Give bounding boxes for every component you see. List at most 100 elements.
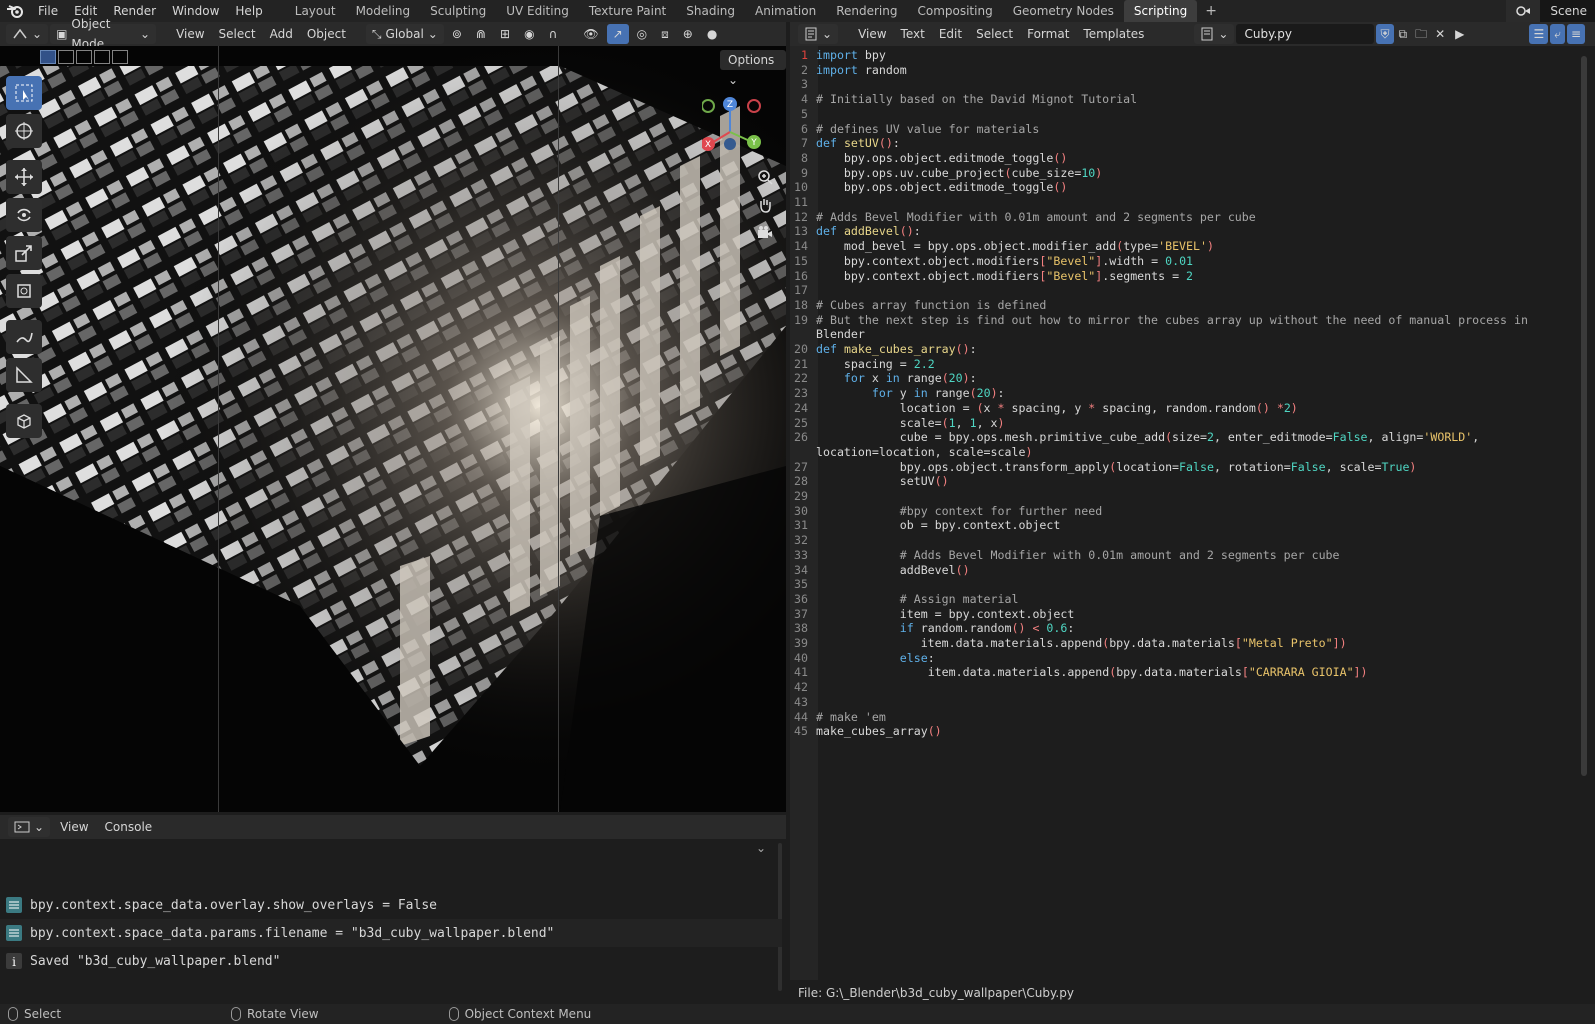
- code-line[interactable]: 16 bpy.context.object.modifiers["Bevel"]…: [790, 269, 1580, 284]
- select-extend-icon[interactable]: [58, 50, 74, 64]
- proportional-edit-icon[interactable]: ◉: [518, 24, 540, 44]
- text-menu-select[interactable]: Select: [970, 24, 1019, 44]
- code-line[interactable]: Blender: [790, 327, 1580, 342]
- text-menu-edit[interactable]: Edit: [933, 24, 968, 44]
- code-line[interactable]: 39 item.data.materials.append(bpy.data.m…: [790, 636, 1580, 651]
- tab-sculpting[interactable]: Sculpting: [420, 0, 496, 22]
- code-line[interactable]: 25 scale=(1, 1, x): [790, 416, 1580, 431]
- move-tool[interactable]: [6, 160, 42, 194]
- code-line[interactable]: 8 bpy.ops.object.editmode_toggle(): [790, 151, 1580, 166]
- text-name-field[interactable]: Cuby.py: [1236, 24, 1375, 44]
- text-menu-format[interactable]: Format: [1021, 24, 1075, 44]
- code-line[interactable]: 18 # Cubes array function is defined: [790, 298, 1580, 313]
- code-line[interactable]: 3: [790, 77, 1580, 92]
- console-line[interactable]: bpy.context.space_data.overlay.show_over…: [0, 891, 782, 919]
- code-line[interactable]: 10 bpy.ops.object.editmode_toggle(): [790, 180, 1580, 195]
- code-line[interactable]: 40 else:: [790, 651, 1580, 666]
- console-editor-type-dropdown[interactable]: ⌄: [8, 817, 51, 837]
- code-line[interactable]: 22 for x in range(20):: [790, 371, 1580, 386]
- code-line[interactable]: 37 item = bpy.context.object: [790, 607, 1580, 622]
- code-line[interactable]: location=location, scale=scale): [790, 445, 1580, 460]
- 3d-viewport[interactable]: Options ⌄ Z X Y: [0, 46, 786, 812]
- select-box-tool[interactable]: [6, 76, 42, 110]
- gizmo-toggle-icon[interactable]: ↗: [606, 24, 629, 44]
- viewport-menu-view[interactable]: View: [170, 24, 210, 44]
- tab-modeling[interactable]: Modeling: [346, 0, 421, 22]
- orientation-dropdown[interactable]: ⤡ Global ⌄: [365, 24, 444, 44]
- code-line[interactable]: 28 setUV(): [790, 474, 1580, 489]
- code-line[interactable]: 5: [790, 107, 1580, 122]
- code-line[interactable]: 20 def make_cubes_array():: [790, 342, 1580, 357]
- run-script-icon[interactable]: ▶: [1450, 24, 1469, 44]
- text-menu-templates[interactable]: Templates: [1077, 24, 1150, 44]
- neg-x-axis-icon[interactable]: [747, 99, 761, 113]
- code-line[interactable]: 36 # Assign material: [790, 592, 1580, 607]
- code-line[interactable]: 42: [790, 680, 1580, 695]
- code-line[interactable]: 7 def setUV():: [790, 136, 1580, 151]
- scale-tool[interactable]: [6, 236, 42, 270]
- code-line[interactable]: 15 bpy.context.object.modifiers["Bevel"]…: [790, 254, 1580, 269]
- zoom-icon[interactable]: [754, 166, 776, 188]
- blender-logo-icon[interactable]: [0, 0, 30, 22]
- code-line[interactable]: 19 # But the next step is find out how to…: [790, 313, 1580, 328]
- code-line[interactable]: 13 def addBevel():: [790, 224, 1580, 239]
- console-line[interactable]: bpy.context.space_data.params.filename =…: [0, 919, 782, 947]
- cursor-tool[interactable]: [6, 114, 42, 148]
- select-intersect-icon[interactable]: [112, 50, 128, 64]
- code-line[interactable]: 12 # Adds Bevel Modifier with 0.01m amoun…: [790, 210, 1580, 225]
- console-menu-console[interactable]: Console: [99, 817, 159, 837]
- code-line[interactable]: 17: [790, 283, 1580, 298]
- code-line[interactable]: 44 # make 'em: [790, 710, 1580, 725]
- word-wrap-toggle-icon[interactable]: ⤶: [1550, 24, 1565, 44]
- code-line[interactable]: 33 # Adds Bevel Modifier with 0.01m amou…: [790, 548, 1580, 563]
- code-editor[interactable]: 1 import bpy 2 import random 3 4 # Initially b…: [790, 46, 1595, 980]
- syntax-highlight-toggle-icon[interactable]: ≡: [1566, 24, 1585, 44]
- viewport-menu-object[interactable]: Object: [301, 24, 352, 44]
- code-line[interactable]: 6 # defines UV value for materials: [790, 122, 1580, 137]
- solid-shading-icon[interactable]: ●: [701, 24, 723, 44]
- console-menu-view[interactable]: View: [54, 817, 94, 837]
- scene-name[interactable]: Scene: [1540, 0, 1595, 22]
- code-line[interactable]: 45 make_cubes_array(): [790, 724, 1580, 739]
- text-menu-text[interactable]: Text: [895, 24, 931, 44]
- overlay-icon[interactable]: ◎: [631, 24, 653, 44]
- scene-icon[interactable]: [1506, 0, 1541, 22]
- annotate-tool[interactable]: [6, 320, 42, 354]
- snap-icon[interactable]: ⋒: [470, 24, 492, 44]
- tab-rendering[interactable]: Rendering: [826, 0, 907, 22]
- pan-hand-icon[interactable]: [754, 194, 776, 216]
- add-cube-tool[interactable]: [6, 404, 42, 438]
- code-line[interactable]: 35: [790, 577, 1580, 592]
- camera-view-icon[interactable]: [754, 222, 776, 244]
- code-line[interactable]: 32: [790, 533, 1580, 548]
- xray-icon[interactable]: ⧈: [655, 24, 675, 44]
- code-line[interactable]: 41 item.data.materials.append(bpy.data.m…: [790, 665, 1580, 680]
- editor-type-dropdown[interactable]: ⌄: [6, 24, 49, 44]
- tab-scripting[interactable]: Scripting: [1123, 0, 1198, 22]
- neg-y-axis-icon[interactable]: [702, 99, 715, 113]
- falloff-icon[interactable]: ∩: [543, 24, 564, 44]
- tab-compositing[interactable]: Compositing: [907, 0, 1002, 22]
- text-menu-view[interactable]: View: [852, 24, 892, 44]
- fake-user-shield-icon[interactable]: ⛨: [1376, 24, 1394, 44]
- text-browse-dropdown[interactable]: ⌄: [1194, 24, 1235, 44]
- code-line[interactable]: 24 location = (x * spacing, y * spacing,…: [790, 401, 1580, 416]
- visibility-icon[interactable]: 👁: [577, 24, 604, 44]
- pivot-icon[interactable]: ⊚: [446, 24, 468, 44]
- tab-uv-editing[interactable]: UV Editing: [496, 0, 579, 22]
- tab-geometry-nodes[interactable]: Geometry Nodes: [1003, 0, 1124, 22]
- code-line[interactable]: 27 bpy.ops.object.transform_apply(locati…: [790, 460, 1580, 475]
- open-folder-icon[interactable]: 🗀: [1412, 24, 1430, 44]
- code-line[interactable]: 29: [790, 489, 1580, 504]
- code-line[interactable]: 34 addBevel(): [790, 563, 1580, 578]
- unlink-close-icon[interactable]: ✕: [1432, 24, 1448, 44]
- code-line[interactable]: 43: [790, 695, 1580, 710]
- mode-dropdown[interactable]: ▣ Object Mode ⌄: [50, 17, 157, 51]
- snap-target-icon[interactable]: ⊞: [494, 24, 516, 44]
- line-numbers-toggle-icon[interactable]: ☰: [1529, 24, 1549, 44]
- console-line[interactable]: i Saved "b3d_cuby_wallpaper.blend": [0, 947, 782, 975]
- code-line[interactable]: 21 spacing = 2.2: [790, 357, 1580, 372]
- rotate-tool[interactable]: [6, 198, 42, 232]
- wireframe-shading-icon[interactable]: ⊕: [677, 24, 699, 44]
- tab-layout[interactable]: Layout: [285, 0, 346, 22]
